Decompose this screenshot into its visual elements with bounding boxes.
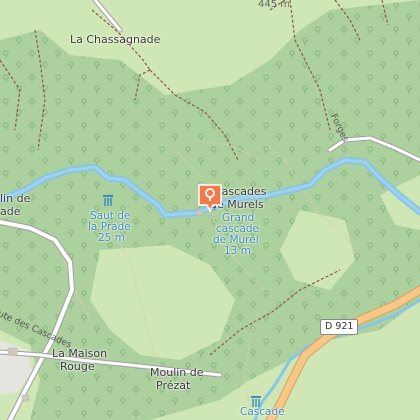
map-canvas[interactable]: 445 m La Chassagnade lin de ade Cascades… [0, 0, 420, 420]
place-label-moulin-de-prezat-2[interactable]: Prézat [156, 380, 190, 392]
place-label-moulin-de-prezat-1[interactable]: Moulin de [150, 367, 204, 379]
place-label-la-chassagnade[interactable]: La Chassagnade [70, 34, 160, 46]
place-label-moulin-left-2[interactable]: ade [0, 206, 21, 218]
waterfall-label-saut-de-la-prade-3[interactable]: 25 m [98, 232, 125, 244]
place-label-moulin-left-1[interactable]: lin de [0, 193, 30, 205]
road-shield-d921: D 921 [320, 319, 359, 335]
place-label-la-maison-rouge-1[interactable]: La Maison [52, 348, 107, 360]
place-label-la-maison-rouge-2[interactable]: Rouge [60, 361, 95, 373]
waterfall-label-grand-cascade-4[interactable]: 13 m [224, 245, 251, 257]
elevation-label: 445 m [258, 0, 291, 10]
